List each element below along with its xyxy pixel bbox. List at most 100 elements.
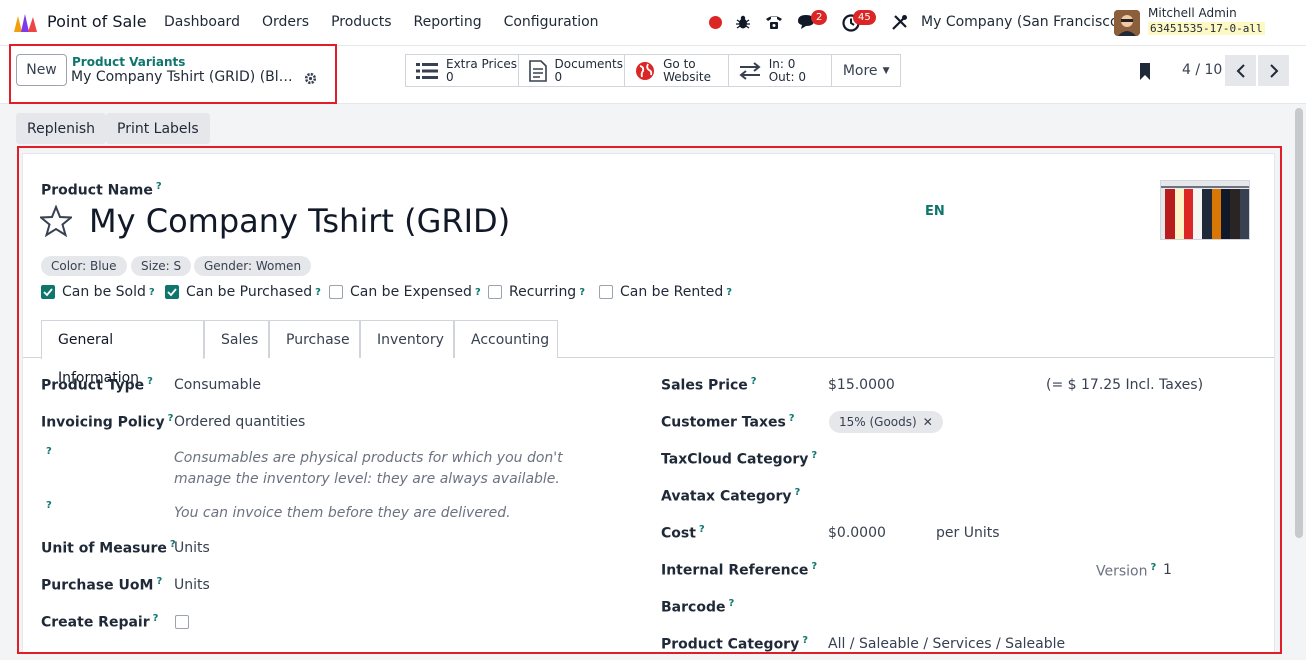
more-label: More bbox=[842, 62, 878, 79]
globe-icon bbox=[636, 61, 655, 80]
activities-badge: 45 bbox=[853, 10, 876, 25]
extra-prices-label: Extra Prices bbox=[446, 56, 518, 71]
more-button[interactable]: More ▼ bbox=[832, 55, 900, 86]
print-labels-button[interactable]: Print Labels bbox=[106, 113, 210, 144]
company-switcher[interactable]: My Company (San Francisco) bbox=[921, 14, 1124, 30]
website-label: Website bbox=[663, 69, 711, 84]
invoicing-policy-field[interactable]: Ordered quantities bbox=[174, 414, 305, 430]
pos-logo-icon[interactable] bbox=[12, 12, 39, 34]
menu-orders[interactable]: Orders bbox=[262, 14, 309, 30]
database-name: 63451535-17-0-all bbox=[1148, 22, 1265, 35]
tab-general-information[interactable]: General Information bbox=[41, 320, 204, 386]
menu-configuration[interactable]: Configuration bbox=[504, 14, 599, 30]
document-icon bbox=[528, 59, 547, 82]
help-consumable-text: Consumables are physical products for wh… bbox=[174, 450, 563, 487]
sales-price-label: Sales Price? bbox=[661, 376, 757, 394]
product-image[interactable] bbox=[1160, 180, 1250, 240]
avatax-category-label: Avatax Category? bbox=[661, 487, 801, 505]
tools-icon[interactable] bbox=[891, 14, 908, 31]
user-avatar[interactable] bbox=[1114, 10, 1140, 36]
internal-reference-label: Internal Reference? bbox=[661, 561, 818, 579]
new-button[interactable]: New bbox=[16, 54, 67, 86]
phone-icon[interactable] bbox=[764, 13, 784, 31]
user-name[interactable]: Mitchell Admin bbox=[1148, 6, 1237, 20]
tab-sales[interactable]: Sales bbox=[204, 320, 269, 358]
documents-label: Documents bbox=[554, 56, 623, 71]
tab-purchase[interactable]: Purchase bbox=[269, 320, 360, 358]
notebook-tabs: General Information Sales Purchase Inven… bbox=[23, 320, 1274, 386]
in-out-button[interactable]: In: 0 Out: 0 bbox=[729, 55, 833, 86]
menu-reporting[interactable]: Reporting bbox=[414, 14, 482, 30]
main-menu: Dashboard Orders Products Reporting Conf… bbox=[164, 14, 621, 30]
variant-tag-gender: Gender: Women bbox=[194, 256, 312, 276]
cost-unit: per Units bbox=[936, 525, 1000, 541]
breadcrumb-parent[interactable]: Product Variants bbox=[72, 55, 185, 69]
product-category-field[interactable]: All / Saleable / Services / Saleable bbox=[828, 636, 1065, 652]
go-to-label: Go to bbox=[663, 56, 696, 71]
breadcrumb-current: My Company Tshirt (GRID) (Blue, S, Women… bbox=[71, 69, 297, 85]
extra-prices-button[interactable]: Extra Prices 0 bbox=[406, 55, 519, 86]
pager-next-button[interactable] bbox=[1258, 55, 1289, 86]
bookmark-icon[interactable] bbox=[1138, 63, 1152, 80]
documents-button[interactable]: Documents 0 bbox=[519, 55, 626, 86]
can-be-sold-checkbox[interactable]: Can be Sold? bbox=[41, 284, 155, 300]
star-icon[interactable] bbox=[40, 205, 72, 237]
language-button[interactable]: EN bbox=[925, 204, 945, 219]
product-category-label: Product Category? bbox=[661, 635, 809, 653]
control-panel: New Product Variants My Company Tshirt (… bbox=[0, 44, 1306, 104]
list-icon bbox=[416, 62, 438, 79]
record-icon[interactable] bbox=[709, 16, 722, 29]
taxcloud-category-label: TaxCloud Category? bbox=[661, 450, 818, 468]
app-name[interactable]: Point of Sale bbox=[47, 12, 147, 31]
uom-label: Unit of Measure? bbox=[41, 539, 176, 557]
create-repair-checkbox[interactable] bbox=[175, 615, 189, 629]
variant-tag-size: Size: S bbox=[131, 256, 192, 276]
close-icon[interactable]: ✕ bbox=[923, 415, 933, 429]
gear-icon[interactable] bbox=[304, 72, 317, 85]
in-count: In: 0 bbox=[768, 56, 796, 71]
variant-tag-color: Color: Blue bbox=[41, 256, 127, 276]
menu-products[interactable]: Products bbox=[331, 14, 391, 30]
menu-dashboard[interactable]: Dashboard bbox=[164, 14, 240, 30]
extra-prices-count: 0 bbox=[446, 69, 454, 84]
product-type-label: Product Type? bbox=[41, 376, 153, 394]
customer-taxes-label: Customer Taxes? bbox=[661, 413, 795, 431]
tab-inventory[interactable]: Inventory bbox=[360, 320, 454, 358]
messages-badge: 2 bbox=[811, 10, 828, 25]
invoicing-policy-label: Invoicing Policy? bbox=[41, 413, 174, 431]
customer-tax-tag: 15% (Goods) ✕ bbox=[829, 411, 943, 433]
out-count: Out: 0 bbox=[768, 69, 806, 84]
pager-value[interactable]: 4 / 10 bbox=[1182, 62, 1222, 78]
can-be-rented-checkbox[interactable]: Can be Rented? bbox=[599, 284, 732, 300]
barcode-label: Barcode? bbox=[661, 598, 735, 616]
page-scrollbar[interactable] bbox=[1292, 104, 1306, 660]
chevron-left-icon bbox=[1236, 63, 1245, 78]
help-icon: ? bbox=[46, 500, 52, 511]
caret-down-icon: ▼ bbox=[882, 65, 890, 76]
replenish-button[interactable]: Replenish bbox=[16, 113, 107, 144]
product-name-input[interactable]: My Company Tshirt (GRID) bbox=[89, 202, 510, 240]
tab-accounting[interactable]: Accounting bbox=[454, 320, 558, 358]
uom-field[interactable]: Units bbox=[174, 540, 210, 556]
purchase-uom-field[interactable]: Units bbox=[174, 577, 210, 593]
scrollbar-thumb[interactable] bbox=[1295, 108, 1303, 538]
bug-icon[interactable] bbox=[735, 14, 751, 30]
product-type-field[interactable]: Consumable bbox=[174, 377, 261, 393]
cost-label: Cost? bbox=[661, 524, 705, 542]
pager-previous-button[interactable] bbox=[1225, 55, 1256, 86]
form-sheet: Product Name? My Company Tshirt (GRID) E… bbox=[22, 153, 1275, 653]
check-icon bbox=[165, 285, 179, 299]
help-icon: ? bbox=[46, 446, 52, 457]
go-to-website-button[interactable]: Go to Website bbox=[625, 55, 729, 86]
recurring-checkbox[interactable]: Recurring? bbox=[488, 284, 585, 300]
can-be-expensed-checkbox[interactable]: Can be Expensed? bbox=[329, 284, 481, 300]
chevron-right-icon bbox=[1269, 63, 1278, 78]
smart-buttons: Extra Prices 0 Documents 0 Go to Website In… bbox=[405, 54, 901, 87]
cost-field[interactable]: $0.0000 bbox=[828, 525, 886, 541]
product-name-label: Product Name? bbox=[41, 181, 162, 199]
can-be-purchased-checkbox[interactable]: Can be Purchased? bbox=[165, 284, 321, 300]
transfer-icon bbox=[739, 61, 761, 80]
documents-count: 0 bbox=[554, 69, 563, 84]
version-field[interactable]: 1 bbox=[1163, 562, 1172, 578]
sales-price-field[interactable]: $15.0000 bbox=[828, 377, 895, 393]
